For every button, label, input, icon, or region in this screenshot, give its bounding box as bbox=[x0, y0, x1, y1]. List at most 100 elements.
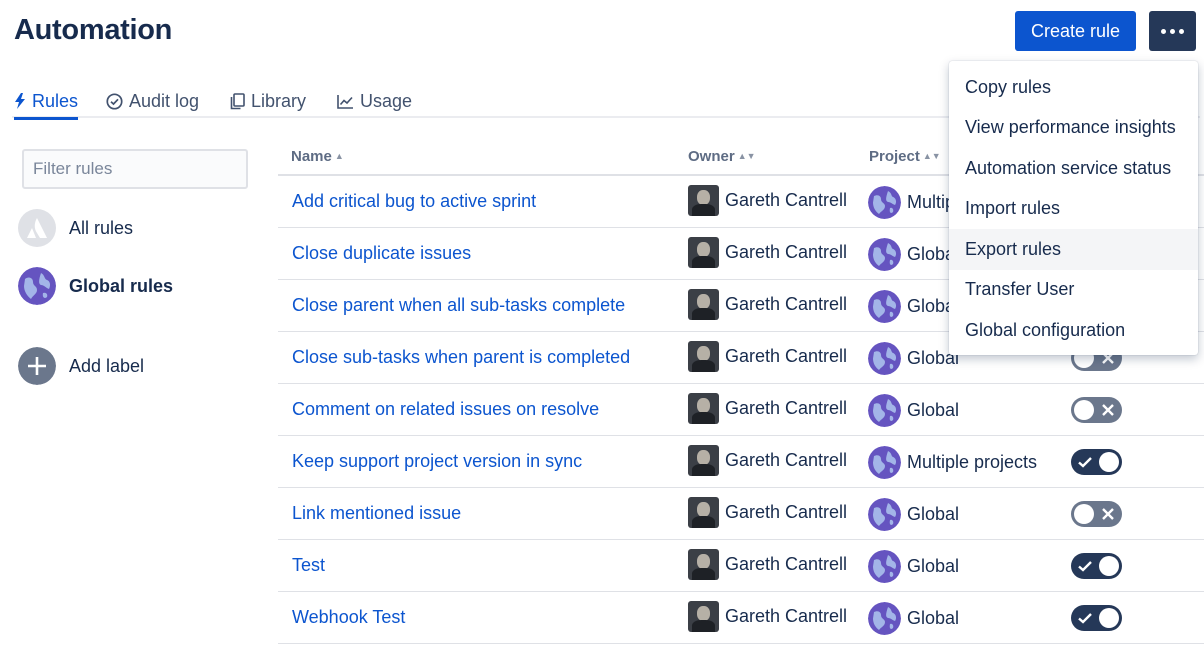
avatar bbox=[688, 601, 719, 632]
column-header-owner[interactable]: Owner ▲▼ bbox=[688, 148, 756, 165]
table-row: Link mentioned issue Gareth Cantrell Globa… bbox=[278, 488, 1204, 540]
toggle-knob bbox=[1099, 608, 1119, 628]
owner-cell: Gareth Cantrell bbox=[688, 289, 847, 320]
menu-item-export-rules[interactable]: Export rules bbox=[949, 229, 1198, 270]
more-actions-menu: Copy rules View performance insights Aut… bbox=[949, 61, 1198, 355]
globe-icon bbox=[868, 550, 901, 583]
cross-icon bbox=[1102, 404, 1114, 416]
menu-item-view-performance-insights[interactable]: View performance insights bbox=[949, 108, 1198, 149]
rule-enabled-toggle[interactable] bbox=[1071, 449, 1122, 475]
bolt-icon bbox=[15, 93, 25, 109]
owner-cell: Gareth Cantrell bbox=[688, 341, 847, 372]
tab-label: Rules bbox=[32, 90, 79, 111]
rule-enabled-toggle[interactable] bbox=[1071, 553, 1122, 579]
toggle-knob bbox=[1099, 452, 1119, 472]
check-icon bbox=[1078, 457, 1092, 468]
owner-cell: Gareth Cantrell bbox=[688, 497, 847, 528]
atlassian-logo-icon bbox=[18, 209, 56, 247]
globe-icon bbox=[868, 342, 901, 375]
avatar bbox=[688, 341, 719, 372]
rule-name-link[interactable]: Test bbox=[292, 555, 325, 576]
tab-library[interactable]: Library bbox=[230, 84, 306, 118]
project-name: Multiple projects bbox=[907, 452, 1038, 472]
rule-name-link[interactable]: Comment on related issues on resolve bbox=[292, 399, 599, 420]
globe-icon bbox=[18, 267, 56, 305]
menu-item-import-rules[interactable]: Import rules bbox=[949, 189, 1198, 230]
table-row: Test Gareth Cantrell Global bbox=[278, 540, 1204, 592]
page-title: Automation bbox=[14, 14, 173, 46]
rule-name-link[interactable]: Close duplicate issues bbox=[292, 243, 471, 264]
rule-name-link[interactable]: Close parent when all sub-tasks complete bbox=[292, 295, 625, 316]
globe-icon bbox=[868, 446, 901, 479]
rule-name-link[interactable]: Webhook Test bbox=[292, 607, 405, 628]
tab-audit-log[interactable]: Audit log bbox=[106, 84, 199, 118]
avatar bbox=[688, 289, 719, 320]
create-rule-button[interactable]: Create rule bbox=[1015, 11, 1136, 51]
sidebar-item-label: Add label bbox=[69, 355, 145, 376]
project-name: Global bbox=[907, 556, 960, 576]
menu-item-global-configuration[interactable]: Global configuration bbox=[949, 310, 1198, 351]
rule-name-link[interactable]: Link mentioned issue bbox=[292, 503, 461, 524]
sidebar-item-label: Global rules bbox=[69, 275, 174, 296]
rule-enabled-toggle[interactable] bbox=[1071, 501, 1122, 527]
owner-name: Gareth Cantrell bbox=[725, 242, 848, 262]
sidebar-item-global-rules[interactable]: Global rules bbox=[18, 267, 173, 305]
project-cell: Global bbox=[868, 602, 1068, 635]
owner-cell: Gareth Cantrell bbox=[688, 445, 847, 476]
owner-name: Gareth Cantrell bbox=[725, 294, 848, 314]
owner-name: Gareth Cantrell bbox=[725, 554, 848, 574]
table-row: Keep support project version in sync Gare… bbox=[278, 436, 1204, 488]
sidebar-item-label: All rules bbox=[69, 217, 134, 238]
tab-label: Usage bbox=[360, 90, 413, 111]
avatar bbox=[688, 497, 719, 528]
owner-name: Gareth Cantrell bbox=[725, 606, 848, 626]
owner-name: Gareth Cantrell bbox=[725, 502, 848, 522]
avatar bbox=[688, 393, 719, 424]
rule-name-link[interactable]: Keep support project version in sync bbox=[292, 451, 582, 472]
table-row: Webhook Test Gareth Cantrell Global bbox=[278, 592, 1204, 644]
owner-cell: Gareth Cantrell bbox=[688, 237, 847, 268]
column-header-name[interactable]: Name ▲ bbox=[291, 148, 344, 165]
check-icon bbox=[1078, 613, 1092, 624]
cross-icon bbox=[1102, 508, 1114, 520]
menu-item-automation-service-status[interactable]: Automation service status bbox=[949, 148, 1198, 189]
rule-enabled-toggle[interactable] bbox=[1071, 605, 1122, 631]
add-label-button[interactable]: Add label bbox=[18, 347, 144, 385]
sort-icon: ▲ bbox=[334, 151, 344, 161]
check-circle-icon bbox=[106, 92, 123, 110]
avatar bbox=[688, 549, 719, 580]
column-header-project[interactable]: Project ▲▼ bbox=[869, 148, 941, 165]
rule-enabled-toggle[interactable] bbox=[1071, 397, 1122, 423]
tab-label: Library bbox=[251, 90, 307, 111]
toggle-knob bbox=[1074, 504, 1094, 524]
more-dots-icon bbox=[1161, 28, 1166, 34]
owner-cell: Gareth Cantrell bbox=[688, 601, 847, 632]
more-actions-button[interactable] bbox=[1149, 11, 1196, 51]
globe-icon bbox=[868, 394, 901, 427]
filter-rules-input[interactable] bbox=[22, 149, 248, 189]
avatar bbox=[688, 185, 719, 216]
project-cell: Global bbox=[868, 394, 1068, 427]
globe-icon bbox=[868, 238, 901, 271]
sidebar-item-all-rules[interactable]: All rules bbox=[18, 209, 133, 247]
tab-usage[interactable]: Usage bbox=[337, 84, 412, 118]
globe-icon bbox=[868, 290, 901, 323]
avatar bbox=[688, 237, 719, 268]
rule-name-link[interactable]: Close sub-tasks when parent is completed bbox=[292, 347, 630, 368]
owner-name: Gareth Cantrell bbox=[725, 398, 848, 418]
sort-icon: ▲▼ bbox=[922, 151, 941, 161]
project-name: Global bbox=[907, 608, 960, 628]
owner-cell: Gareth Cantrell bbox=[688, 185, 847, 216]
menu-item-transfer-user[interactable]: Transfer User bbox=[949, 270, 1198, 311]
menu-item-copy-rules[interactable]: Copy rules bbox=[949, 67, 1198, 108]
rule-name-link[interactable]: Add critical bug to active sprint bbox=[292, 191, 536, 212]
toggle-knob bbox=[1074, 400, 1094, 420]
project-name: Global bbox=[907, 504, 960, 524]
owner-name: Gareth Cantrell bbox=[725, 346, 848, 366]
copy-icon bbox=[230, 92, 245, 109]
tab-rules[interactable]: Rules bbox=[14, 84, 79, 120]
chart-icon bbox=[337, 94, 353, 109]
owner-cell: Gareth Cantrell bbox=[688, 393, 847, 424]
table-row: Comment on related issues on resolve Gare… bbox=[278, 384, 1204, 436]
globe-icon bbox=[868, 186, 901, 219]
